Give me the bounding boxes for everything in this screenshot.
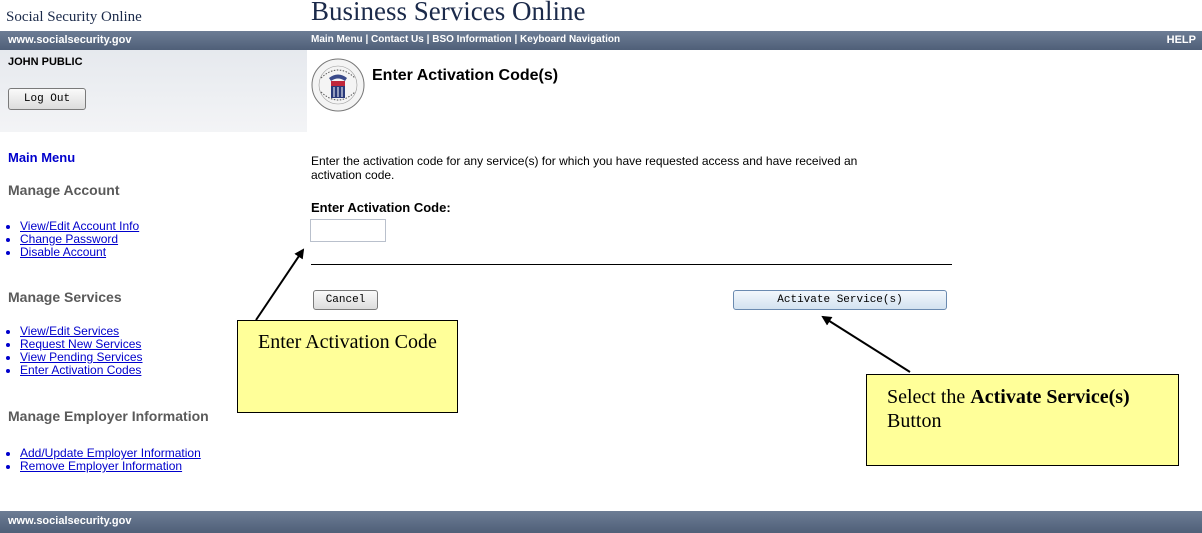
footer-bar: www.socialsecurity.gov: [0, 511, 1202, 533]
arrow-icon: [255, 248, 305, 321]
arrow-icon: [821, 315, 911, 373]
annotation-arrows: [255, 248, 911, 373]
footer-site-url[interactable]: www.socialsecurity.gov: [8, 515, 132, 527]
